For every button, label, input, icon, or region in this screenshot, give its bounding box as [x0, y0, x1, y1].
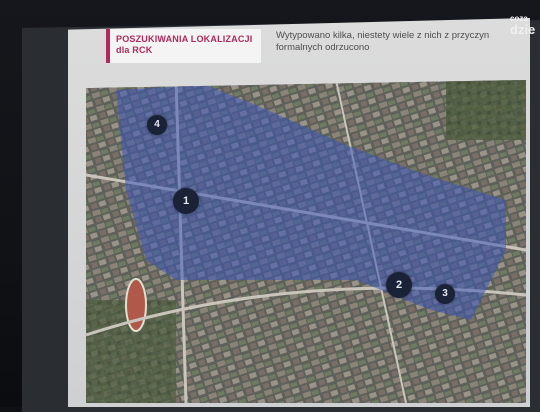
- slide-title: POSZUKIWANIA LOKALIZACJI: [116, 34, 253, 44]
- site-logo-bottom: dzie: [510, 22, 536, 37]
- map-marker-3[interactable]: 3: [435, 284, 455, 304]
- map-marker-4[interactable]: 4: [147, 115, 167, 135]
- slide-title-sub: dla RCK: [116, 45, 153, 55]
- map-green-area: [446, 80, 526, 140]
- map-marker-1[interactable]: 1: [173, 188, 199, 214]
- site-logo: coza dzie: [510, 14, 540, 36]
- slide-subtitle: Wytypowano kilka, niestety wiele z nich …: [276, 30, 490, 53]
- map-marker-2[interactable]: 2: [386, 272, 412, 298]
- slide-title-box: POSZUKIWANIA LOKALIZACJI dla RCK: [106, 29, 261, 63]
